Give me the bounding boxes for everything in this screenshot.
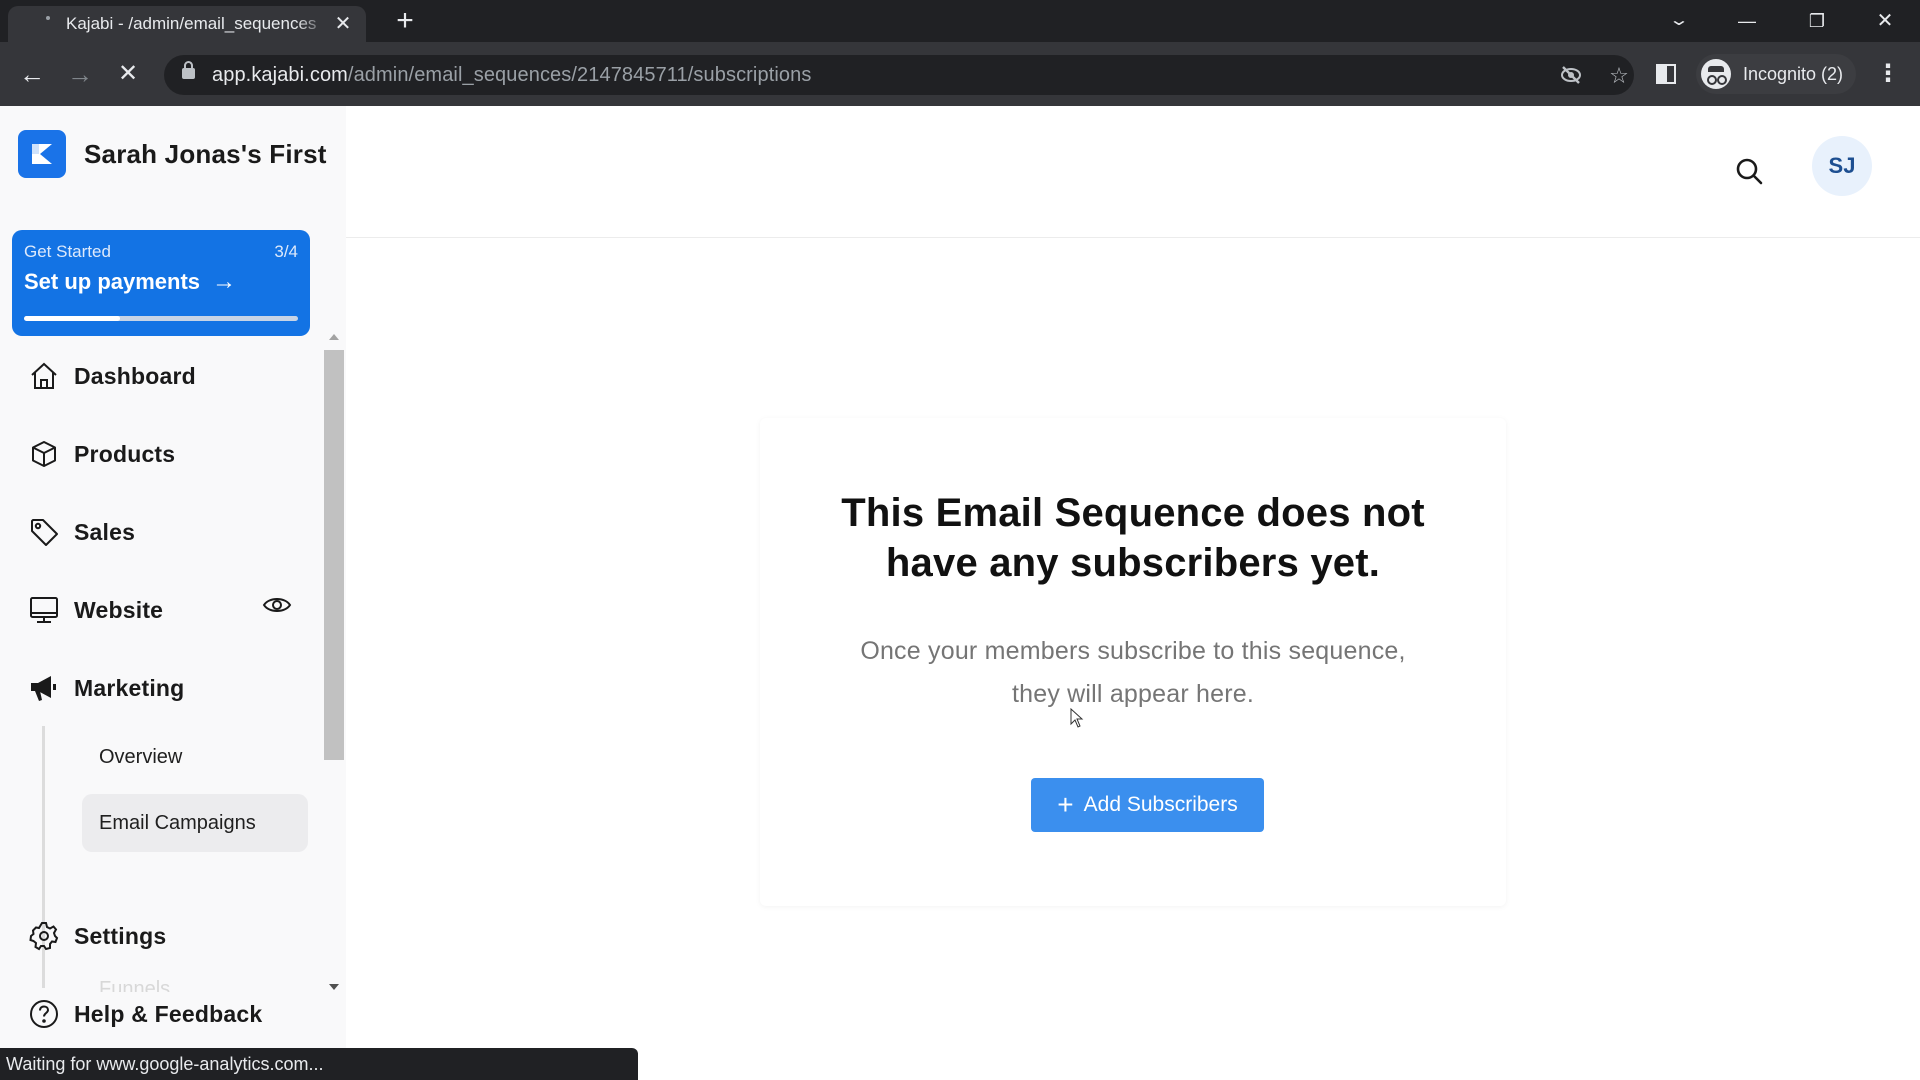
add-subscribers-button[interactable]: + Add Subscribers <box>1031 778 1264 832</box>
get-started-progress <box>24 316 298 321</box>
get-started-title-text: Set up payments <box>24 269 201 294</box>
app-header: SJ <box>346 106 1920 238</box>
bookmark-star-icon[interactable]: ☆ <box>1606 63 1632 89</box>
help-icon <box>28 998 60 1030</box>
address-bar[interactable]: app.kajabi.com/admin/email_sequences/214… <box>164 55 1634 95</box>
sidebar-item-sales[interactable]: Sales <box>28 512 135 552</box>
subnav-item-funnels[interactable]: Funnels <box>99 978 170 992</box>
plus-icon: + <box>1057 789 1074 820</box>
tab-title: Kajabi - /admin/email_sequences <box>66 14 317 33</box>
main-content: This Email Sequence does not have any su… <box>346 238 1920 1080</box>
scroll-down-arrow-icon[interactable] <box>329 984 339 990</box>
get-started-count: 3/4 <box>274 242 298 261</box>
browser-toolbar: ← → ✕ app.kajabi.com/admin/email_sequenc… <box>0 42 1920 106</box>
browser-tabstrip: Kajabi - /admin/email_sequences ✕ + ⌄ — … <box>0 0 1920 42</box>
sidebar-item-marketing[interactable]: Marketing <box>28 668 184 708</box>
add-subscribers-label: Add Subscribers <box>1083 793 1238 816</box>
empty-state-subtitle-line2: they will appear here. <box>1011 680 1255 708</box>
sidebar-scrollbar[interactable] <box>324 328 344 992</box>
url-domain: app.kajabi.com <box>212 64 348 86</box>
get-started-progress-fill <box>24 316 120 321</box>
incognito-profile-button[interactable]: Incognito (2) <box>1696 54 1856 94</box>
loading-favicon-icon <box>46 16 50 20</box>
sidebar-item-website[interactable]: Website <box>28 590 163 630</box>
arrow-right-icon: → <box>212 268 237 295</box>
browser-tab[interactable]: Kajabi - /admin/email_sequences ✕ <box>8 6 366 42</box>
empty-state-card: This Email Sequence does not have any su… <box>760 418 1506 906</box>
get-started-label: Get Started <box>24 242 111 261</box>
back-button[interactable]: ← <box>16 58 48 90</box>
empty-state-title-line1: This Email Sequence does not <box>841 491 1425 535</box>
forward-button[interactable]: → <box>64 58 96 90</box>
sidebar-item-help[interactable]: Help & Feedback <box>28 994 262 1034</box>
empty-state-title: This Email Sequence does not have any su… <box>760 488 1506 588</box>
box-icon <box>28 438 60 470</box>
nav-label: Products <box>74 440 176 467</box>
browser-status-bar: Waiting for www.google-analytics.com... <box>0 1048 638 1080</box>
tab-close-icon[interactable]: ✕ <box>332 13 354 35</box>
sidebar-item-products[interactable]: Products <box>28 434 175 474</box>
sidebar-item-settings[interactable]: Settings <box>28 916 166 956</box>
monitor-icon <box>28 594 60 626</box>
url-path: /admin/email_sequences/2147845711/subscr… <box>347 64 812 86</box>
nav-label: Website <box>74 596 164 623</box>
search-icon[interactable] <box>1734 156 1764 186</box>
nav-label: Dashboard <box>74 362 196 389</box>
side-panel-icon[interactable] <box>1656 64 1676 84</box>
nav-label: Marketing <box>74 674 185 701</box>
tracking-blocked-eye-icon[interactable] <box>1558 63 1584 89</box>
subnav-item-email-campaigns[interactable]: Email Campaigns <box>82 794 308 852</box>
gear-icon <box>28 920 60 952</box>
scrollbar-thumb[interactable] <box>324 350 344 760</box>
user-avatar[interactable]: SJ <box>1812 136 1872 196</box>
browser-menu-icon[interactable]: ⋮ <box>1876 60 1900 88</box>
empty-state-subtitle: Once your members subscribe to this sequ… <box>760 630 1506 716</box>
get-started-title: Set up payments → <box>24 268 236 296</box>
get-started-card[interactable]: Get Started 3/4 Set up payments → <box>12 230 310 336</box>
url-text[interactable]: app.kajabi.com/admin/email_sequences/214… <box>212 64 811 87</box>
stop-loading-button[interactable]: ✕ <box>112 58 144 90</box>
megaphone-icon <box>28 672 60 704</box>
site-name: Sarah Jonas's First <box>84 138 327 169</box>
empty-state-subtitle-line1: Once your members subscribe to this sequ… <box>860 637 1406 665</box>
nav-label: Help & Feedback <box>74 1000 263 1027</box>
minimize-button[interactable]: — <box>1722 6 1772 36</box>
scroll-up-arrow-icon[interactable] <box>329 334 339 340</box>
incognito-icon <box>1701 59 1731 89</box>
preview-eye-icon[interactable] <box>262 594 292 616</box>
sidebar-item-dashboard[interactable]: Dashboard <box>28 356 196 396</box>
kajabi-logo-icon <box>18 130 66 178</box>
lock-icon[interactable] <box>182 61 195 79</box>
empty-state-title-line2: have any subscribers yet. <box>885 541 1381 585</box>
restore-button[interactable]: ❐ <box>1792 6 1842 36</box>
sidebar: Sarah Jonas's First Get Started 3/4 Set … <box>0 106 346 1080</box>
brand[interactable]: Sarah Jonas's First <box>18 130 327 178</box>
new-tab-button[interactable]: + <box>392 6 418 36</box>
mouse-cursor-icon <box>1070 707 1084 728</box>
home-icon <box>28 360 60 392</box>
nav-label: Settings <box>74 922 167 949</box>
nav-label: Sales <box>74 518 136 545</box>
tag-icon <box>28 516 60 548</box>
incognito-label: Incognito (2) <box>1743 63 1844 84</box>
tab-search-icon[interactable]: ⌄ <box>1639 6 1719 36</box>
subnav-item-overview[interactable]: Overview <box>82 728 308 786</box>
close-window-button[interactable]: ✕ <box>1860 6 1910 36</box>
